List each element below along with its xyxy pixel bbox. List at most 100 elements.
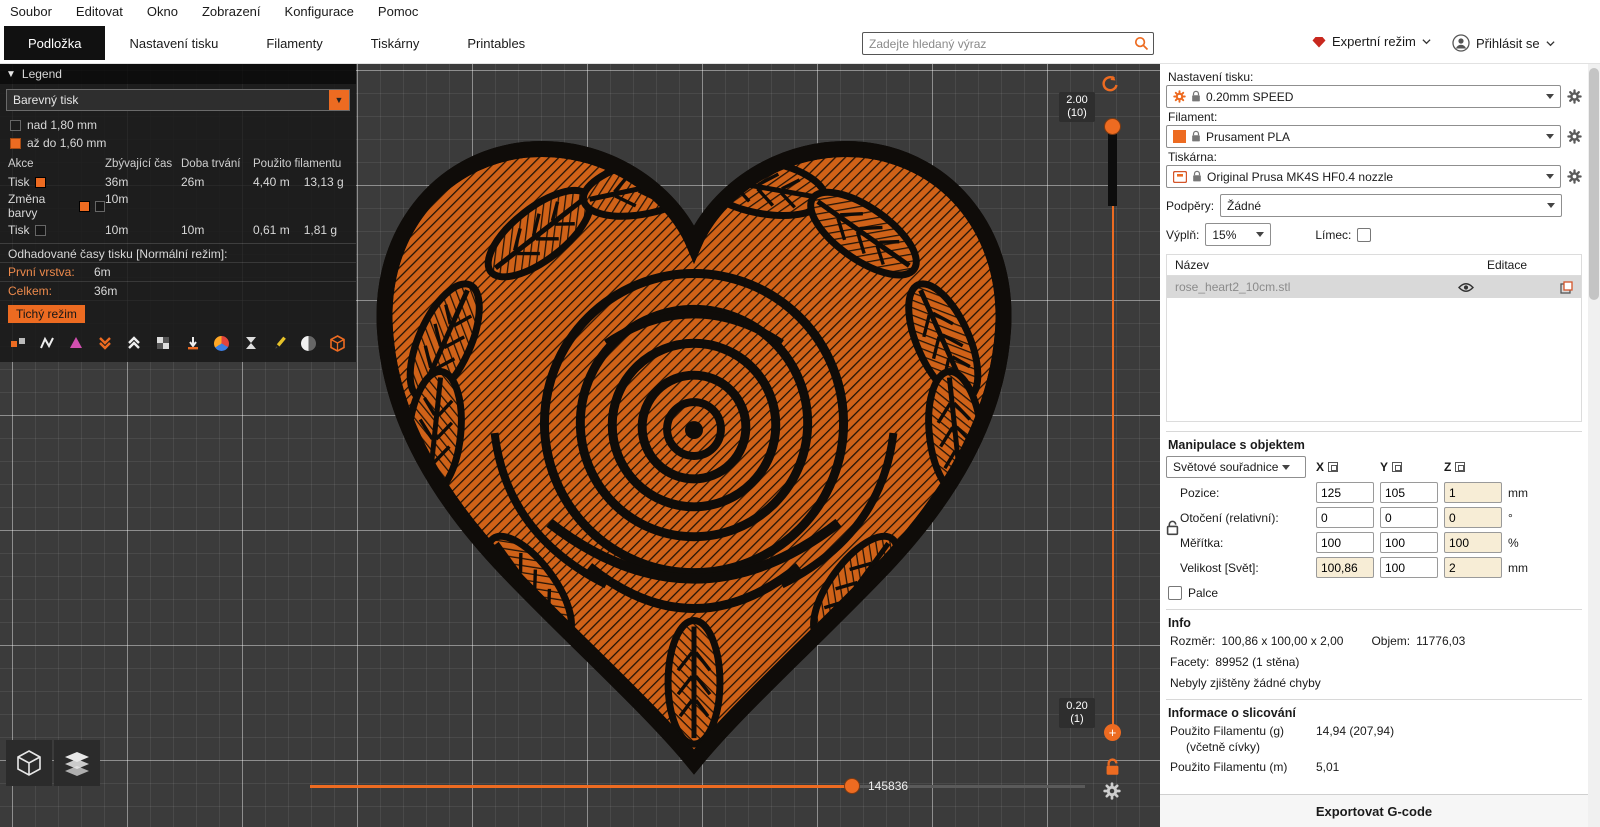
panel-scrollbar[interactable] bbox=[1588, 64, 1600, 827]
filament-color-swatch bbox=[1173, 130, 1186, 143]
login-control[interactable]: Přihlásit se bbox=[1452, 34, 1555, 52]
position-z-input[interactable] bbox=[1444, 482, 1502, 503]
silent-mode-badge: Tichý režim bbox=[8, 305, 85, 323]
export-gcode-button[interactable]: Exportovat G-code bbox=[1160, 794, 1588, 827]
supports-combo[interactable]: Žádné bbox=[1220, 194, 1562, 217]
menu-okno[interactable]: Okno bbox=[147, 4, 178, 19]
layer-slider-range-bar[interactable] bbox=[1108, 134, 1117, 206]
scrollbar-thumb[interactable] bbox=[1589, 68, 1599, 300]
printer-combo[interactable]: Original Prusa MK4S HF0.4 nozzle bbox=[1166, 165, 1561, 188]
3d-viewport[interactable]: ▼ Legend Barevný tisk ▼ nad 1,80 mm až d… bbox=[0, 64, 1160, 827]
tool-changes-icon[interactable] bbox=[182, 332, 202, 354]
menu-soubor[interactable]: Soubor bbox=[10, 4, 52, 19]
filament-used-g-value: 14,94 (207,94) bbox=[1316, 724, 1582, 738]
axis-z-header: Z bbox=[1444, 460, 1504, 474]
travels-icon[interactable] bbox=[37, 332, 57, 354]
cell: 36m bbox=[105, 175, 181, 189]
tab-tiskarny[interactable]: Tiskárny bbox=[347, 26, 444, 60]
col-zbyvajici: Zbývající čas bbox=[105, 158, 181, 172]
undo-color-change-icon[interactable] bbox=[1100, 74, 1120, 94]
volume-value: 11776,03 bbox=[1416, 634, 1465, 648]
add-color-change-button[interactable]: + bbox=[1104, 724, 1121, 741]
menu-konfigurace[interactable]: Konfigurace bbox=[285, 4, 354, 19]
layer-slider-track[interactable] bbox=[1112, 134, 1114, 732]
menu-editovat[interactable]: Editovat bbox=[76, 4, 123, 19]
rotation-y-input[interactable] bbox=[1380, 507, 1438, 528]
legend-table: Akce Zbývající čas Doba trvání Použito f… bbox=[0, 156, 356, 239]
menu-zobrazeni[interactable]: Zobrazení bbox=[202, 4, 261, 19]
rotation-x-input[interactable] bbox=[1316, 507, 1374, 528]
legend-collapse-icon[interactable]: ▼ bbox=[6, 69, 16, 80]
print-settings-combo[interactable]: 0.20mm SPEED bbox=[1166, 85, 1561, 108]
errors-value: Nebyly zjištěny žádné chyby bbox=[1170, 676, 1321, 690]
print-settings-value: 0.20mm SPEED bbox=[1206, 90, 1541, 104]
size-y-input[interactable] bbox=[1380, 557, 1438, 578]
brim-checkbox[interactable] bbox=[1357, 228, 1371, 242]
3d-editor-view-button[interactable] bbox=[6, 740, 52, 786]
inches-label: Palce bbox=[1188, 586, 1218, 600]
preview-layers-view-button[interactable] bbox=[54, 740, 100, 786]
scale-x-input[interactable] bbox=[1316, 532, 1374, 553]
chevron-down-icon bbox=[1546, 174, 1554, 179]
wipe-icon[interactable] bbox=[153, 332, 173, 354]
filament-swap-icon[interactable] bbox=[8, 332, 28, 354]
eye-icon[interactable] bbox=[1458, 282, 1474, 293]
filament-used-m-value: 5,01 bbox=[1316, 760, 1582, 774]
view-mode-dropdown-icon[interactable]: ▼ bbox=[329, 90, 349, 110]
scale-y-input[interactable] bbox=[1380, 532, 1438, 553]
print-settings-gear-button[interactable] bbox=[1567, 89, 1582, 104]
chevron-down-icon bbox=[1547, 203, 1555, 208]
deretractions-icon[interactable] bbox=[124, 332, 144, 354]
range-swatch-orange bbox=[10, 138, 21, 149]
range-label: až do 1,60 mm bbox=[27, 136, 106, 150]
position-y-input[interactable] bbox=[1380, 482, 1438, 503]
tab-filamenty[interactable]: Filamenty bbox=[242, 26, 346, 60]
search-icon[interactable] bbox=[1134, 36, 1153, 51]
search-input[interactable] bbox=[863, 37, 1134, 51]
retractions-icon[interactable] bbox=[95, 332, 115, 354]
layer-slider-top-handle[interactable] bbox=[1104, 118, 1121, 135]
tab-nastaveni-tisku[interactable]: Nastavení tisku bbox=[105, 26, 242, 60]
move-slider-handle[interactable] bbox=[844, 778, 860, 794]
menu-pomoc[interactable]: Pomoc bbox=[378, 4, 418, 19]
uniform-scale-lock-icon[interactable] bbox=[1166, 520, 1179, 536]
cell: 10m bbox=[181, 223, 253, 237]
size-info-label: Rozměr: bbox=[1170, 634, 1215, 648]
tab-printables[interactable]: Printables bbox=[443, 26, 549, 60]
filament-gear-button[interactable] bbox=[1567, 129, 1582, 144]
slider-settings-gear-icon[interactable] bbox=[1103, 782, 1121, 800]
size-z-input[interactable] bbox=[1444, 557, 1502, 578]
rotation-z-input[interactable] bbox=[1444, 507, 1502, 528]
infill-value: 15% bbox=[1212, 228, 1251, 242]
model-rose-heart[interactable] bbox=[338, 104, 1050, 782]
seams-icon[interactable] bbox=[66, 332, 86, 354]
lock-layer-icon[interactable] bbox=[1104, 758, 1121, 776]
coordinates-combo[interactable]: Světové souřadnice bbox=[1166, 456, 1306, 478]
expert-mode-selector[interactable]: Expertní režim bbox=[1312, 34, 1431, 49]
custom-gcodes-icon[interactable] bbox=[270, 332, 290, 354]
infill-combo[interactable]: 15% bbox=[1205, 223, 1271, 246]
size-x-input[interactable] bbox=[1316, 557, 1374, 578]
info-section: Info Rozměr: 100,86 x 100,00 x 2,00 Obje… bbox=[1166, 609, 1582, 690]
edit-object-icon[interactable] bbox=[1560, 281, 1573, 294]
view-mode-select[interactable]: Barevný tisk ▼ bbox=[6, 89, 350, 111]
object-list-row[interactable]: rose_heart2_10cm.stl bbox=[1167, 276, 1581, 298]
legend-box-icon[interactable] bbox=[328, 332, 348, 354]
inches-checkbox[interactable] bbox=[1168, 586, 1182, 600]
color-changes-icon[interactable] bbox=[212, 332, 232, 354]
filament-combo[interactable]: Prusament PLA bbox=[1166, 125, 1561, 148]
scale-z-input[interactable] bbox=[1444, 532, 1502, 553]
chevron-down-icon bbox=[1282, 465, 1290, 470]
position-x-input[interactable] bbox=[1316, 482, 1374, 503]
pause-prints-icon[interactable] bbox=[241, 332, 261, 354]
object-list-name-header: Název bbox=[1175, 258, 1209, 272]
object-list: Název Editace rose_heart2_10cm.stl bbox=[1166, 254, 1582, 422]
shells-icon[interactable] bbox=[299, 332, 319, 354]
printer-gear-button[interactable] bbox=[1567, 169, 1582, 184]
col-pouzito: Použito filamentu bbox=[253, 158, 348, 172]
move-slider-value: 145836 bbox=[868, 779, 908, 793]
cell: 4,40 m13,13 g bbox=[253, 175, 348, 189]
object-name: rose_heart2_10cm.stl bbox=[1175, 280, 1458, 294]
chevron-down-icon bbox=[1422, 34, 1431, 49]
tab-podlozka[interactable]: Podložka bbox=[4, 26, 105, 60]
